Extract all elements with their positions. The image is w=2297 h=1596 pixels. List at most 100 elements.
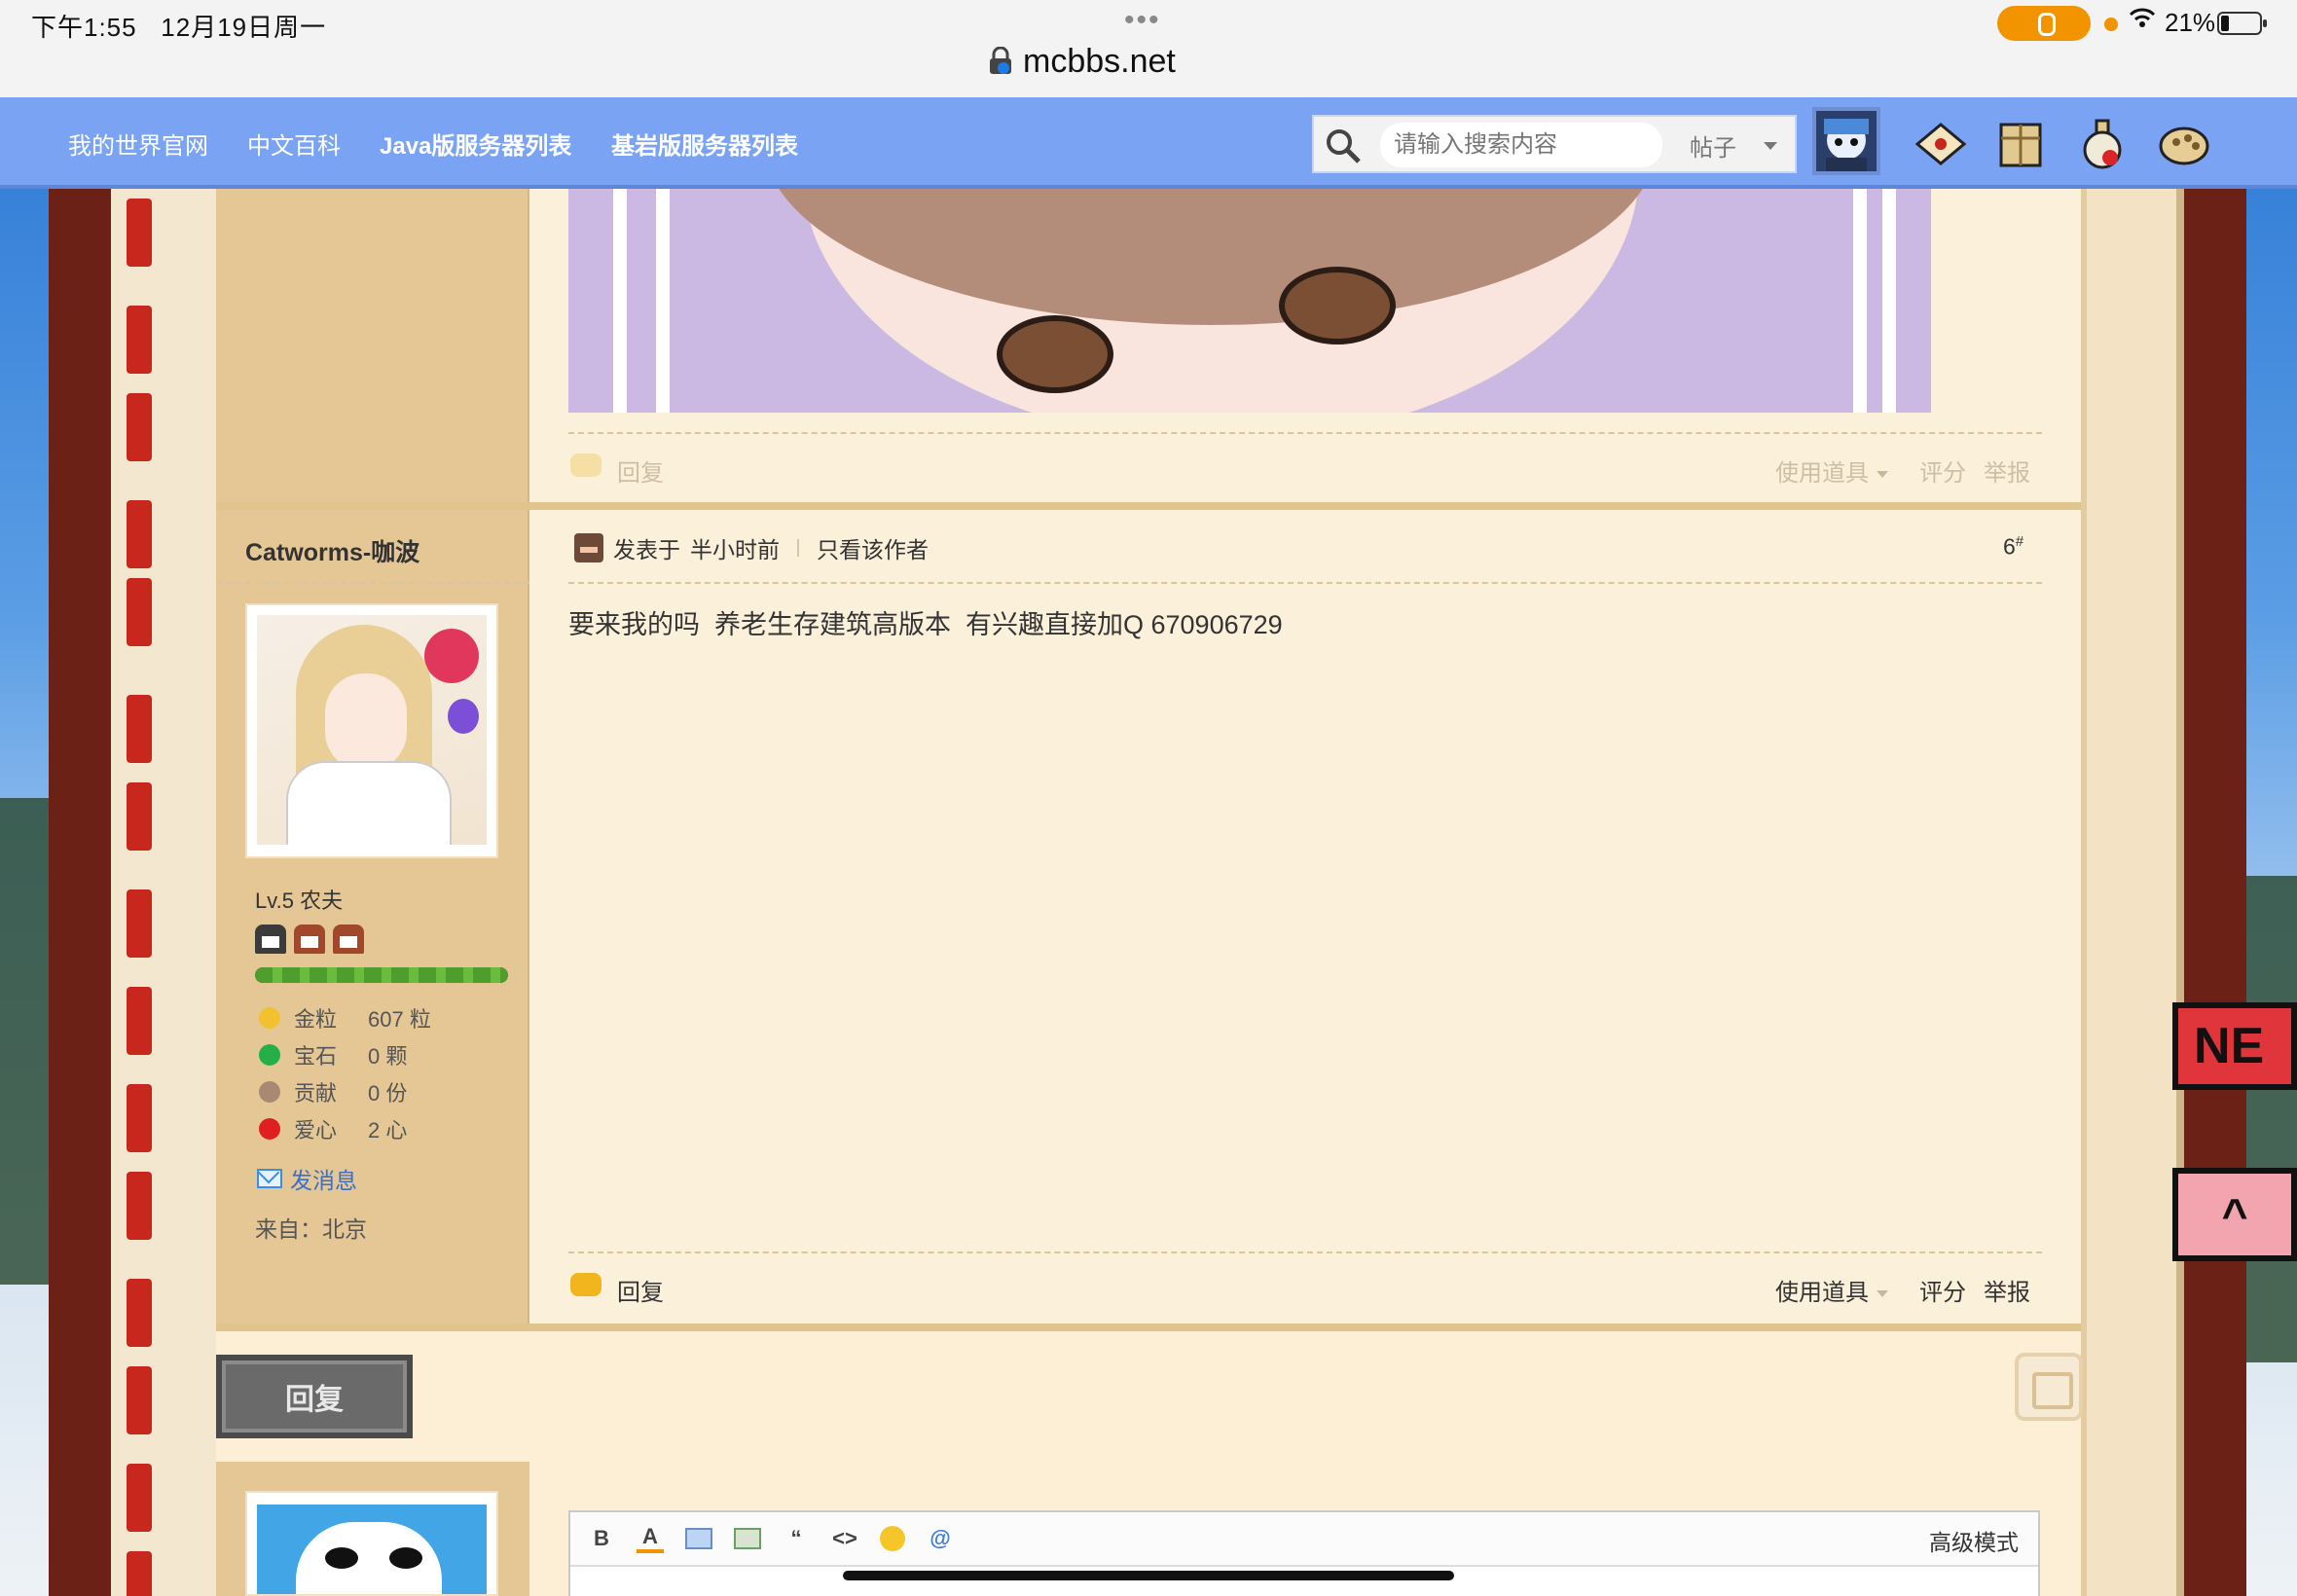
use-item-link[interactable]: 使用道具 [1775,1273,1888,1307]
potion-icon[interactable] [2073,115,2132,173]
prev-rate-link[interactable]: 评分 [1919,453,1966,488]
battery-percent: 21% [2165,8,2216,37]
frame-right-line [2176,189,2184,1596]
nav-link-official[interactable]: 我的世界官网 [68,127,208,161]
dashed-divider [568,432,2042,434]
search-input[interactable] [1380,123,1662,167]
stat-label: 宝石 [294,1044,338,1069]
stat-value: 0 份 [368,1081,408,1106]
frame-left-decor [111,189,216,1596]
helmet-icon [294,925,325,954]
rank-helmets [255,925,364,954]
author-name[interactable]: Catworms-咖波 [245,533,419,568]
reply-bubble-icon [570,1273,602,1296]
url-text: mcbbs.net [1023,42,1176,80]
frame-right-panel [2081,189,2178,1596]
palette-icon[interactable] [2155,115,2213,173]
chevron-down-icon[interactable] [1764,142,1777,150]
post-divider [216,502,2081,510]
mail-icon [257,1169,282,1188]
stat-gem: 宝石 0 颗 [259,1039,407,1070]
status-bar: 下午1:55 12月19日周一 ••• mcbbs.net 21% [0,0,2297,97]
status-time: 下午1:55 12月19日周一 [31,13,327,42]
posted-time: 半小时前 [690,537,780,562]
top-navigation: 我的世界官网 中文百科 Java版服务器列表 基岩版服务器列表 帖子 [0,97,2297,189]
author-level: Lv.5 农夫 [255,889,344,913]
stat-label: 爱心 [294,1118,338,1143]
report-link[interactable]: 举报 [1984,1273,2030,1307]
messages-icon[interactable] [1912,115,1970,173]
apple-icon [259,1118,280,1140]
search-type-select[interactable]: 帖子 [1690,128,1736,163]
wifi-icon [2128,6,2157,36]
site-lock-icon [988,46,1013,76]
meta-separator [797,539,799,557]
battery-icon [2217,12,2267,35]
scroll-top-icon[interactable] [2015,1353,2083,1421]
xp-bar [255,967,508,983]
reply-link[interactable]: 回复 [617,1273,664,1307]
home-indicator[interactable] [843,1571,1454,1580]
tree-right [2239,876,2297,1362]
mention-icon[interactable]: @ [927,1526,954,1551]
post-divider [216,1324,2081,1331]
user-avatar[interactable] [1812,107,1880,175]
gold-nugget-icon [259,1007,280,1029]
side-badge[interactable]: ^ [2172,1168,2297,1261]
stat-contribution: 贡献 0 份 [259,1076,407,1107]
emerald-icon [259,1044,280,1066]
reply-editor[interactable]: B A “ <> @ 高级模式 [568,1510,2040,1596]
xp-bar-fill [255,967,508,983]
post-body: 要来我的吗 养老生存建筑高版本 有兴趣直接加Q 670906729 [568,610,1283,639]
image-icon[interactable] [685,1528,712,1549]
stat-value: 2 心 [368,1118,408,1143]
address-bar[interactable]: mcbbs.net [988,39,1176,84]
prev-use-item-link[interactable]: 使用道具 [1775,453,1888,488]
helmet-icon [333,925,364,954]
editor-toolbar: B A “ <> @ [570,1512,2038,1567]
author-avatar[interactable] [245,603,498,858]
dashed-divider [568,582,2042,584]
microphone-icon [1997,6,2091,41]
quote-icon[interactable]: “ [783,1526,810,1551]
stat-label: 贡献 [294,1081,338,1106]
floor-number[interactable]: 6# [2003,533,2024,561]
nav-link-java-servers[interactable]: Java版服务器列表 [380,127,571,161]
recording-indicator-icon [2104,18,2118,31]
rate-link[interactable]: 评分 [1919,1273,1966,1307]
emoji-icon[interactable] [880,1526,905,1551]
sidebar-divider [216,582,529,584]
posted-prefix: 发表于 [613,537,680,562]
bold-icon[interactable]: B [588,1526,615,1551]
stat-gold: 金粒 607 粒 [259,1002,431,1034]
post-image[interactable] [568,189,1931,413]
reply-bubble-icon [570,453,602,477]
advanced-mode-link[interactable]: 高级模式 [1929,1524,2019,1557]
prev-reply-link[interactable]: 回复 [617,453,664,488]
font-color-icon[interactable]: A [637,1524,664,1553]
prev-post-sidebar [216,189,529,508]
frame-left-border [49,189,111,1596]
link-icon[interactable] [734,1528,761,1549]
stat-love: 爱心 2 心 [259,1113,407,1144]
prev-report-link[interactable]: 举报 [1984,453,2030,488]
stat-value: 0 颗 [368,1044,408,1069]
cookie-icon [259,1081,280,1103]
author-location: 来自：北京 [255,1216,367,1242]
author-only-link[interactable]: 只看该作者 [817,531,929,564]
my-avatar[interactable] [245,1491,498,1596]
nav-link-bedrock-servers[interactable]: 基岩版服务器列表 [611,127,798,161]
reply-button[interactable]: 回复 [216,1355,413,1438]
send-message-link[interactable]: 发消息 [257,1162,357,1195]
new-badge[interactable]: NE [2172,1002,2297,1090]
send-message-label: 发消息 [290,1168,357,1193]
nav-link-wiki[interactable]: 中文百科 [247,127,341,161]
frame-right-border [2184,189,2246,1596]
notifications-icon[interactable] [1991,115,2050,173]
search-icon[interactable] [1324,127,1363,165]
multitask-dots[interactable]: ••• [1124,4,1161,37]
post-meta: 发表于 半小时前 只看该作者 [574,531,929,564]
online-status-icon [574,533,603,562]
stat-value: 607 粒 [368,1007,431,1032]
code-icon[interactable]: <> [831,1526,858,1551]
